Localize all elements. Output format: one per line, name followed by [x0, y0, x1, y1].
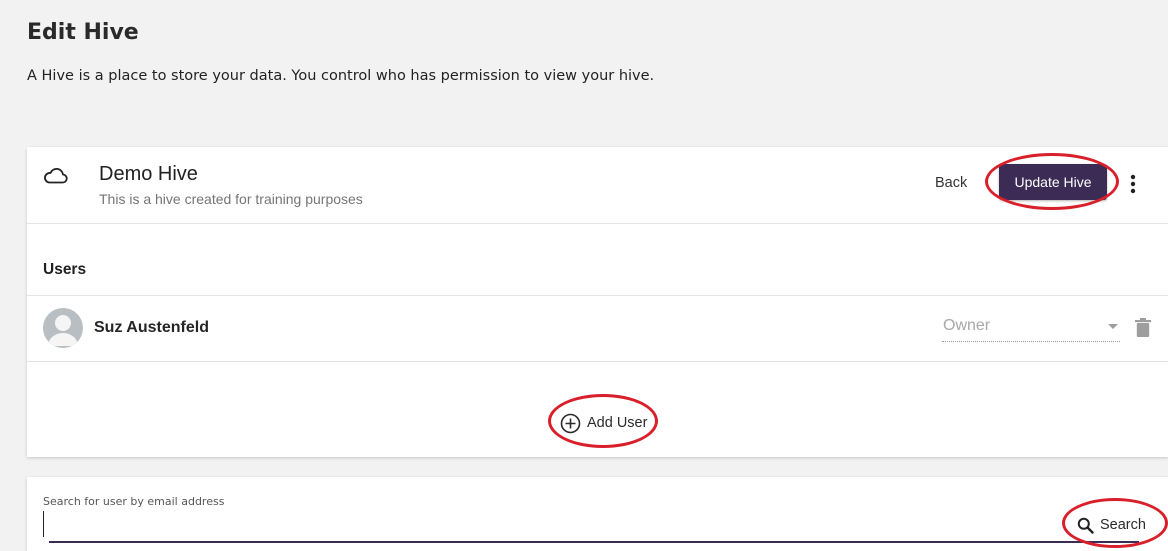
trash-icon[interactable]: [1135, 318, 1151, 337]
users-heading: Users: [43, 261, 87, 278]
input-underline: [49, 541, 1139, 543]
search-button[interactable]: Search: [1077, 513, 1146, 537]
role-value: Owner: [943, 317, 991, 334]
search-card: Search for user by email address Search: [27, 477, 1168, 551]
hive-header: Demo Hive This is a hive created for tra…: [27, 147, 1168, 224]
update-hive-button[interactable]: Update Hive: [999, 164, 1107, 200]
hive-description: This is a hive created for training purp…: [99, 191, 363, 207]
search-label: Search for user by email address: [43, 495, 225, 508]
plus-circle-icon: [560, 413, 581, 433]
back-button[interactable]: Back: [935, 171, 967, 195]
add-user-button[interactable]: Add User: [560, 412, 647, 434]
role-select[interactable]: Owner: [942, 314, 1120, 342]
user-name: Suz Austenfeld: [94, 319, 209, 336]
page-title: Edit Hive: [27, 20, 139, 45]
person-icon: [48, 315, 78, 346]
search-button-label: Search: [1100, 517, 1146, 533]
avatar: [43, 308, 83, 348]
add-user-label: Add User: [587, 415, 648, 431]
hive-card: Demo Hive This is a hive created for tra…: [27, 147, 1168, 457]
chevron-down-icon: [1108, 324, 1118, 329]
hive-name: Demo Hive: [99, 163, 198, 185]
email-search-input[interactable]: [43, 511, 1043, 537]
cloud-icon: [44, 167, 68, 184]
user-row: Suz Austenfeld Owner: [27, 295, 1168, 362]
page-description: A Hive is a place to store your data. Yo…: [27, 68, 655, 84]
more-vertical-icon[interactable]: [1129, 174, 1137, 194]
search-icon: [1077, 517, 1094, 534]
